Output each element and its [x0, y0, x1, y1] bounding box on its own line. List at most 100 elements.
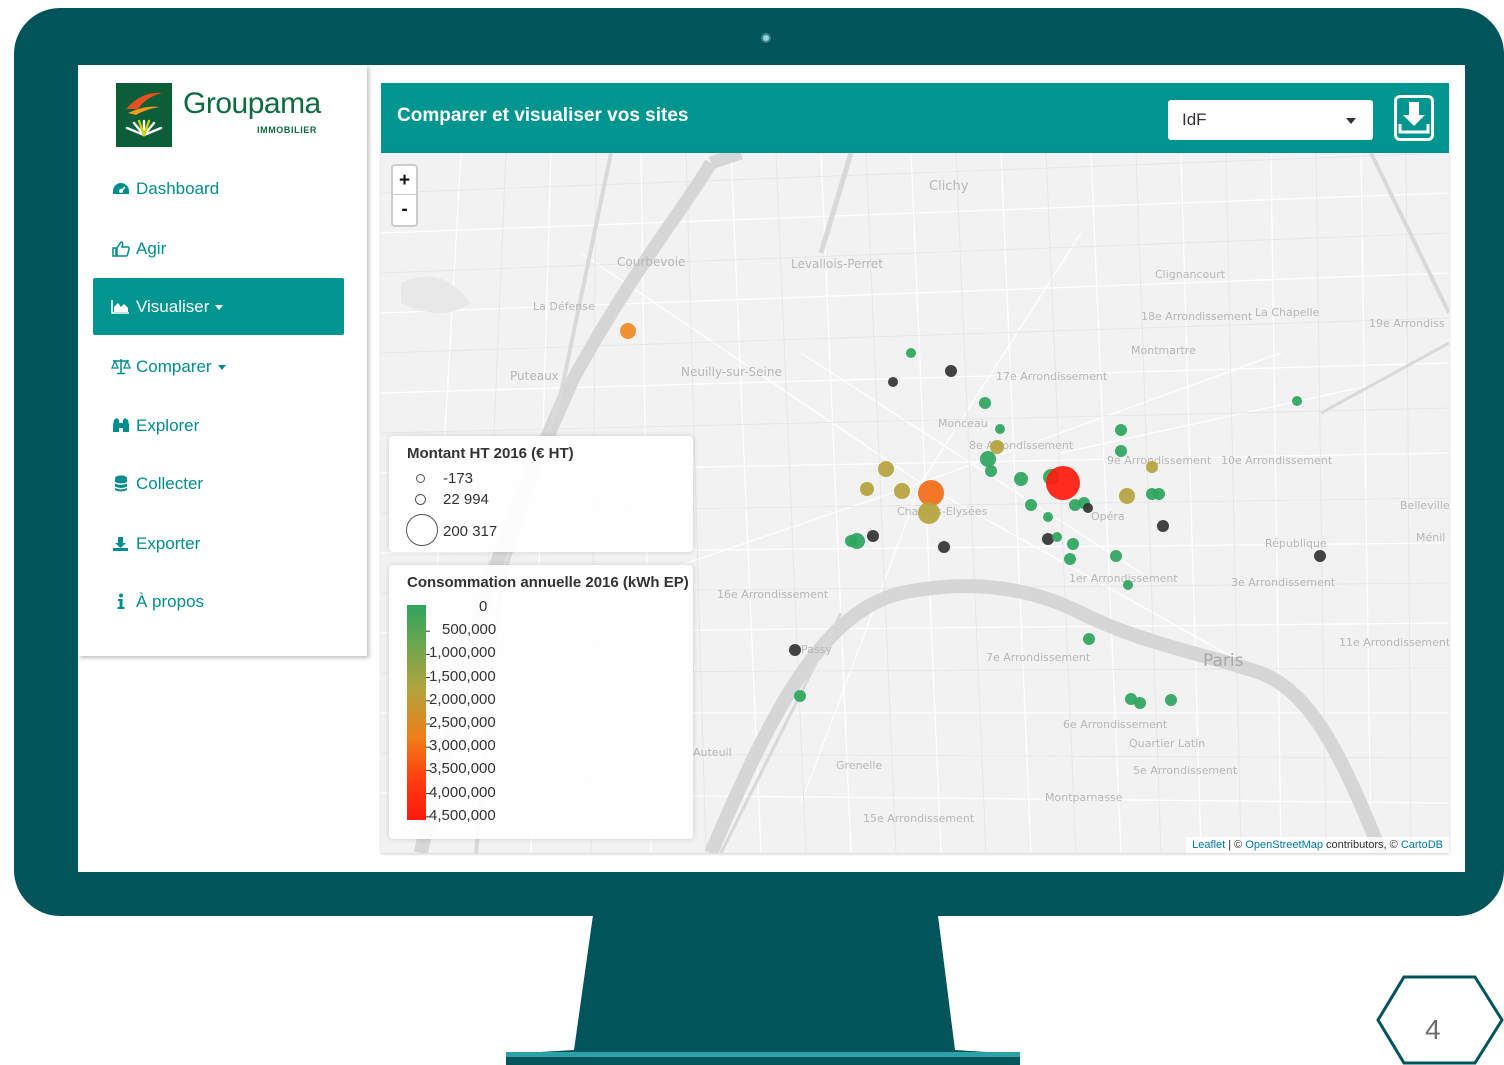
cartodb-link[interactable]: CartoDB	[1401, 839, 1443, 851]
site-marker[interactable]	[845, 535, 857, 547]
site-marker[interactable]	[1043, 512, 1053, 522]
area-chart-icon	[110, 298, 131, 316]
nav-comparer[interactable]: Comparer	[93, 338, 344, 395]
nav-explorer[interactable]: Explorer	[93, 397, 344, 454]
leaflet-link[interactable]: Leaflet	[1192, 839, 1225, 851]
color-legend-label: 0	[479, 598, 488, 615]
site-marker[interactable]	[1025, 499, 1037, 511]
place-label: 7e Arrondissement	[986, 651, 1091, 664]
place-label: Courbevoie	[617, 255, 686, 269]
nav-collecter-label: Collecter	[136, 473, 204, 493]
nav-exporter-label: Exporter	[136, 533, 201, 553]
chevron-down-icon	[1346, 118, 1356, 124]
download-icon	[1398, 102, 1430, 134]
place-label: Ménil	[1416, 531, 1446, 544]
site-marker[interactable]	[1064, 553, 1076, 565]
site-marker[interactable]	[906, 348, 916, 358]
groupama-logo[interactable]: Groupama IMMOBILIER	[116, 83, 322, 147]
color-legend-label: 1,000,000	[429, 644, 496, 662]
groupama-logo-icon	[116, 83, 172, 147]
site-marker[interactable]	[620, 323, 636, 339]
size-legend-circle-medium	[415, 494, 426, 505]
place-label: 18e Arrondissement	[1141, 310, 1253, 323]
nav-apropos[interactable]: À propos	[93, 573, 344, 630]
place-label: Passy	[801, 643, 832, 656]
nav-exporter[interactable]: Exporter	[93, 515, 344, 572]
place-label: Neuilly-sur-Seine	[681, 365, 782, 379]
site-marker[interactable]	[918, 502, 940, 524]
place-label: Grenelle	[836, 759, 883, 772]
site-marker[interactable]	[867, 530, 879, 542]
site-marker[interactable]	[995, 424, 1005, 434]
zoom-control: + -	[391, 164, 418, 227]
site-marker[interactable]	[860, 482, 874, 496]
brand-name: Groupama	[183, 87, 321, 120]
site-marker[interactable]	[1046, 466, 1080, 500]
site-marker[interactable]	[789, 644, 801, 656]
site-marker[interactable]	[1115, 445, 1127, 457]
nav-explorer-label: Explorer	[136, 415, 200, 435]
site-marker[interactable]	[1083, 503, 1093, 513]
site-marker[interactable]	[1110, 550, 1122, 562]
nav-dashboard[interactable]: Dashboard	[93, 160, 344, 217]
zoom-out-button[interactable]: -	[393, 195, 416, 224]
site-marker[interactable]	[1314, 550, 1326, 562]
site-marker[interactable]	[1083, 633, 1095, 645]
place-label: La Défense	[533, 300, 595, 313]
brand-subtitle: IMMOBILIER	[257, 125, 317, 135]
slide: Groupama IMMOBILIER Dashboard Agir Visua…	[0, 0, 1504, 1065]
size-legend-circle-large	[406, 514, 438, 546]
size-legend-title: Montant HT 2016 (€ HT)	[407, 445, 574, 462]
place-label: 11e Arrondissement	[1339, 636, 1449, 649]
binoculars-icon	[110, 417, 131, 435]
place-label: Montparnasse	[1045, 791, 1123, 804]
site-marker[interactable]	[1146, 461, 1158, 473]
color-legend-label: 1,500,000	[429, 667, 496, 685]
site-marker[interactable]	[1123, 580, 1133, 590]
nav-dashboard-label: Dashboard	[136, 178, 220, 198]
color-legend-label: 2,000,000	[429, 690, 496, 708]
nav-agir-label: Agir	[136, 238, 167, 258]
site-marker[interactable]	[888, 377, 898, 387]
place-label: Champs-Elysées	[897, 505, 988, 518]
site-marker[interactable]	[878, 461, 894, 477]
site-marker[interactable]	[985, 465, 997, 477]
zoom-in-button[interactable]: +	[393, 166, 416, 195]
download-button[interactable]	[1394, 95, 1434, 141]
place-label: Paris	[1203, 651, 1244, 671]
color-ramp	[407, 605, 426, 820]
nav-visualiser[interactable]: Visualiser	[93, 278, 344, 335]
map-view[interactable]: Clichy Courbevoie Levallois-Perret Clign…	[381, 153, 1449, 853]
place-label: La Chapelle	[1255, 306, 1320, 319]
openstreetmap-link[interactable]: OpenStreetMap	[1245, 839, 1323, 851]
site-marker[interactable]	[945, 365, 957, 377]
site-marker[interactable]	[979, 397, 991, 409]
camera-icon	[761, 33, 771, 43]
site-marker[interactable]	[1052, 532, 1062, 542]
site-marker[interactable]	[1153, 488, 1165, 500]
site-marker[interactable]	[1292, 396, 1302, 406]
site-marker[interactable]	[794, 690, 806, 702]
region-select[interactable]: IdF	[1168, 100, 1373, 140]
site-marker[interactable]	[1067, 538, 1079, 550]
site-marker[interactable]	[1134, 697, 1146, 709]
site-marker[interactable]	[938, 541, 950, 553]
color-legend-label: 2,500,000	[429, 714, 496, 731]
site-marker[interactable]	[1069, 499, 1081, 511]
region-select-value: IdF	[1182, 110, 1207, 129]
site-marker[interactable]	[1014, 472, 1028, 486]
info-icon	[110, 593, 131, 611]
nav-collecter[interactable]: Collecter	[93, 455, 344, 512]
page-number: 4	[1425, 1014, 1441, 1045]
size-legend-label: 200 317	[443, 523, 498, 540]
color-legend-label: 500,000	[442, 621, 497, 639]
nav-agir[interactable]: Agir	[93, 220, 344, 277]
site-marker[interactable]	[1115, 424, 1127, 436]
site-marker[interactable]	[1157, 520, 1169, 532]
site-marker[interactable]	[894, 483, 910, 499]
place-label: 10e Arrondissement	[1221, 454, 1333, 467]
chevron-down-icon	[217, 365, 226, 370]
site-marker[interactable]	[1119, 488, 1135, 504]
page-title: Comparer et visualiser vos sites	[397, 105, 689, 126]
site-marker[interactable]	[1165, 694, 1177, 706]
